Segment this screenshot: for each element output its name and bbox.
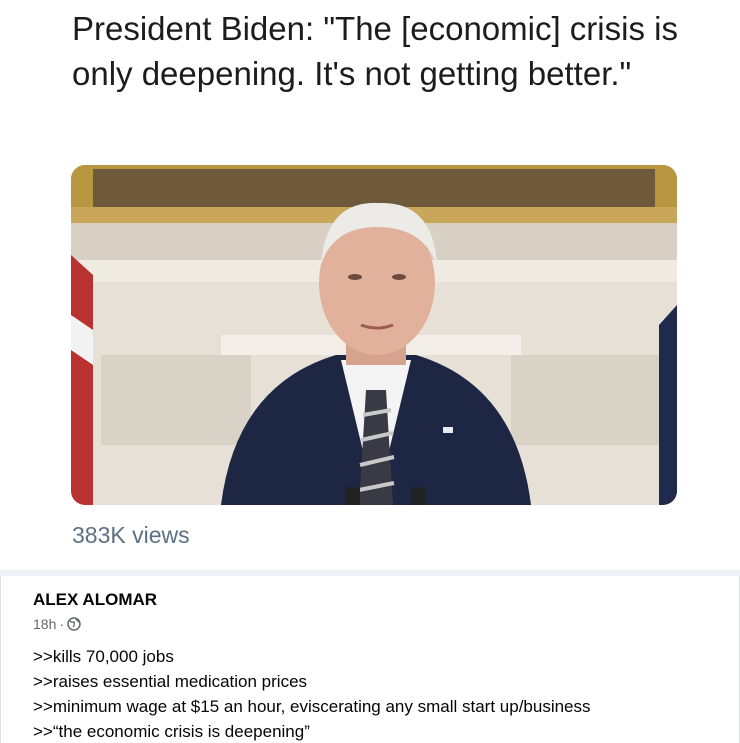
post-body: >>kills 70,000 jobs >>raises essential m… — [33, 644, 723, 743]
post-timestamp[interactable]: 18h — [33, 616, 56, 632]
facebook-post: ALEX ALOMAR 18h · >>kills 70,000 jobs >>… — [0, 576, 740, 743]
view-count: 383K views — [72, 522, 190, 548]
embedded-tweet-card: President Biden: "The [economic] crisis … — [0, 0, 740, 570]
post-meta: 18h · — [33, 616, 81, 632]
tweet-headline: President Biden: "The [economic] crisis … — [72, 10, 678, 92]
video-still-image — [71, 165, 677, 505]
globe-icon[interactable] — [67, 617, 81, 631]
post-line: >>minimum wage at $15 an hour, eviscerat… — [33, 697, 591, 716]
post-line: >>raises essential medication prices — [33, 672, 308, 691]
meta-separator: · — [59, 616, 65, 632]
video-thumbnail[interactable] — [71, 165, 677, 505]
post-line: >>“the economic crisis is deepening” — [33, 722, 310, 741]
post-author-name[interactable]: ALEX ALOMAR — [33, 590, 157, 610]
post-line: >>kills 70,000 jobs — [33, 647, 174, 666]
